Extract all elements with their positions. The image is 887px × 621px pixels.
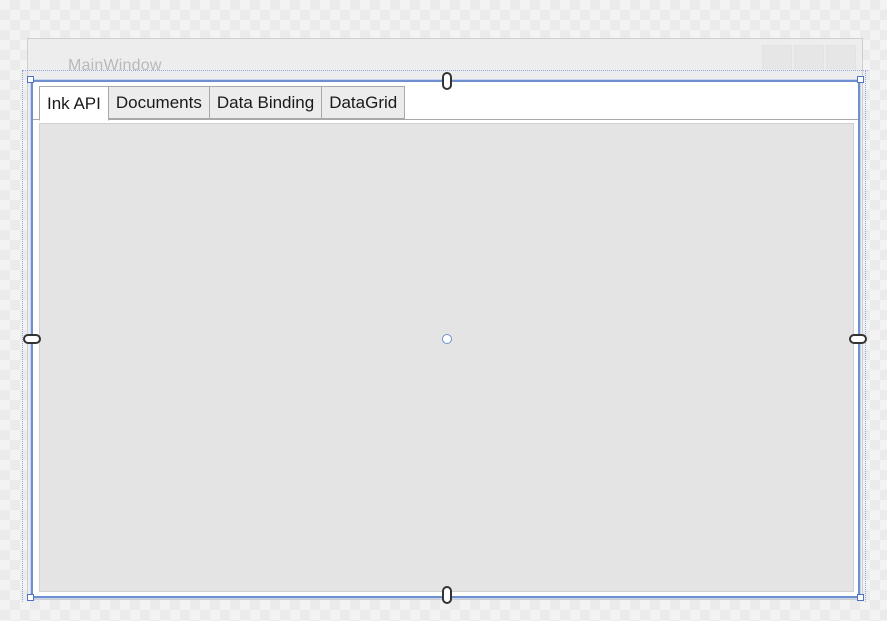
window-title: MainWindow [68, 57, 162, 74]
tab-data-binding[interactable]: Data Binding [209, 86, 323, 119]
tab-strip: Ink API Documents Data Binding DataGrid [39, 86, 406, 121]
tab-content-area[interactable] [39, 123, 854, 592]
resize-handle-bottom-left[interactable] [27, 594, 34, 601]
anchor-top-icon[interactable] [442, 72, 452, 90]
anchor-right-icon[interactable] [849, 334, 867, 344]
anchor-left-icon[interactable] [23, 334, 41, 344]
tab-strip-divider [33, 119, 858, 120]
layout-guide-top [22, 70, 868, 71]
center-point-icon [442, 334, 452, 344]
tab-ink-api[interactable]: Ink API [39, 86, 109, 121]
close-button[interactable] [826, 45, 856, 69]
anchor-bottom-icon[interactable] [442, 586, 452, 604]
resize-handle-bottom-right[interactable] [857, 594, 864, 601]
minimize-button[interactable] [762, 45, 792, 69]
resize-handle-top-left[interactable] [27, 76, 34, 83]
caption-buttons [762, 45, 856, 69]
designer-canvas: MainWindow Ink API Documents Data Bindin… [0, 0, 887, 621]
maximize-button[interactable] [794, 45, 824, 69]
resize-handle-top-right[interactable] [857, 76, 864, 83]
tab-datagrid[interactable]: DataGrid [322, 86, 406, 119]
tab-documents[interactable]: Documents [108, 86, 210, 119]
